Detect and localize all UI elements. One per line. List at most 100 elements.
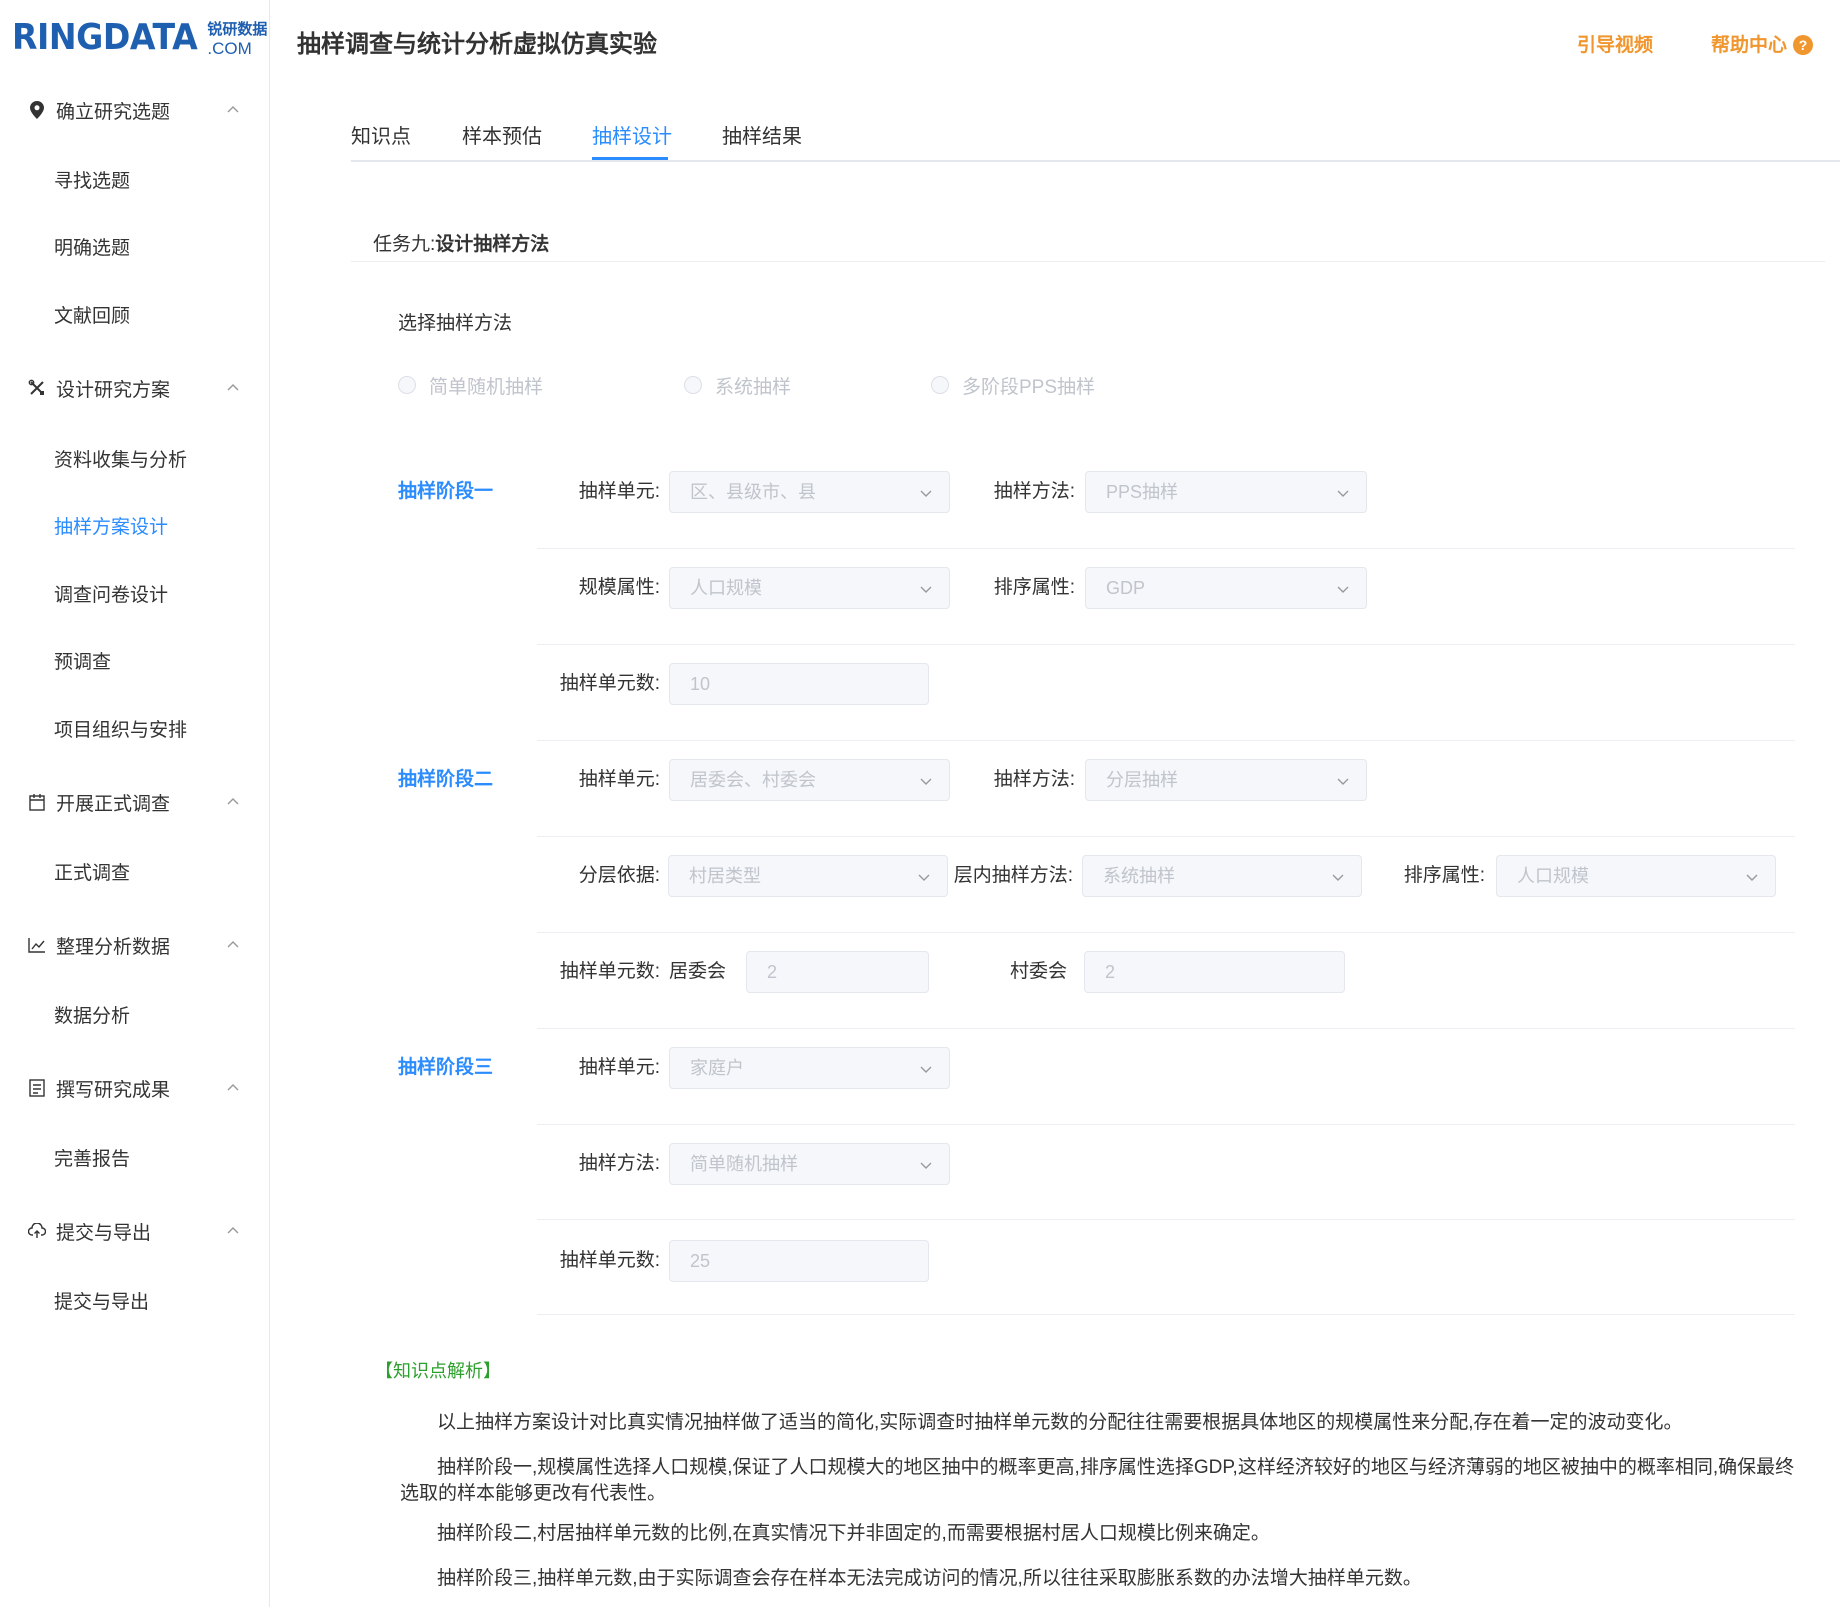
stage3-method-select[interactable]: 简单随机抽样: [669, 1143, 950, 1185]
stage1-method-label: 抽样方法:: [993, 481, 1075, 502]
divider: [537, 548, 1795, 549]
cloud-upload-icon: [28, 1222, 46, 1240]
chevron-up-icon: [227, 384, 239, 391]
stage2-label: 抽样阶段二: [398, 769, 494, 790]
sidebar-item-formal-survey[interactable]: 正式调查: [54, 859, 130, 889]
stage3-method-label: 抽样方法:: [578, 1153, 660, 1174]
chevron-down-icon: [1337, 490, 1349, 497]
sidebar-item-literature-review[interactable]: 文献回顾: [54, 302, 130, 332]
chevron-up-icon: [227, 1084, 239, 1091]
stage2-inner-method-select[interactable]: 系统抽样: [1082, 855, 1362, 897]
chevron-down-icon: [920, 1162, 932, 1169]
stage1-method-select[interactable]: PPS抽样: [1085, 471, 1367, 513]
stage1-sort-select[interactable]: GDP: [1085, 567, 1367, 609]
stage1-count-input[interactable]: 10: [669, 663, 929, 705]
sidebar-item-refine-report[interactable]: 完善报告: [54, 1145, 130, 1175]
stage2-rural-label: 村委会: [1009, 961, 1067, 982]
stage1-scale-label: 规模属性:: [578, 577, 660, 598]
stage2-strata-label: 分层依据:: [578, 865, 660, 886]
knowledge-paragraph: 抽样阶段一,规模属性选择人口规模,保证了人口规模大的地区抽中的概率更高,排序属性…: [400, 1457, 1795, 1504]
sidebar-item-data-collection[interactable]: 资料收集与分析: [54, 446, 187, 476]
sidebar-item-pilot-survey[interactable]: 预调查: [54, 648, 111, 678]
radio-circle: [398, 376, 416, 394]
question-icon: ?: [1793, 35, 1814, 55]
knowledge-paragraph: 抽样阶段二,村居抽样单元数的比例,在真实情况下并非固定的,而需要根据村居人口规模…: [437, 1523, 1270, 1544]
sidebar-item-project-organization[interactable]: 项目组织与安排: [54, 716, 187, 746]
divider: [537, 644, 1795, 645]
stage2-method-select[interactable]: 分层抽样: [1085, 759, 1367, 801]
stage1-scale-select[interactable]: 人口规模: [669, 567, 950, 609]
divider: [537, 1028, 1795, 1029]
divider: [351, 261, 1825, 262]
divider: [537, 836, 1795, 837]
nav-group-analysis[interactable]: 整理分析数据: [0, 925, 270, 965]
nav-group-survey[interactable]: 开展正式调查: [0, 782, 270, 822]
stage2-count-label: 抽样单元数:: [559, 961, 660, 982]
stage1-unit-label: 抽样单元:: [578, 481, 660, 502]
stage2-strata-select[interactable]: 村居类型: [668, 855, 948, 897]
stage1-count-label: 抽样单元数:: [559, 673, 660, 694]
stage2-rural-count-input[interactable]: 2: [1084, 951, 1345, 993]
tab-bar: 知识点 样本预估 抽样设计 抽样结果: [351, 120, 1840, 162]
sidebar-item-clarify-topic[interactable]: 明确选题: [54, 234, 130, 264]
guide-video-link[interactable]: 引导视频: [1577, 30, 1653, 57]
document-icon: [28, 1079, 46, 1097]
sidebar: RINGDATA 锐研数据 .COM 确立研究选题 寻找选题 明确选题 文献回顾…: [0, 0, 270, 1607]
help-center-label: 帮助中心: [1711, 35, 1788, 56]
sidebar-item-questionnaire-design[interactable]: 调查问卷设计: [54, 581, 168, 611]
stage2-sort-label: 排序属性:: [1403, 865, 1485, 886]
stage2-method-label: 抽样方法:: [993, 769, 1075, 790]
nav-group-submit[interactable]: 提交与导出: [0, 1211, 270, 1251]
nav-group-writing[interactable]: 撰写研究成果: [0, 1068, 270, 1108]
tab-sampling-design[interactable]: 抽样设计: [592, 120, 672, 160]
radio-circle: [684, 376, 702, 394]
stage3-count-label: 抽样单元数:: [559, 1250, 660, 1271]
radio-simple-random[interactable]: 简单随机抽样: [398, 373, 543, 398]
ringdata-logo[interactable]: RINGDATA 锐研数据 .COM: [12, 18, 267, 58]
method-section-label: 选择抽样方法: [398, 313, 513, 334]
task-name: 设计抽样方法: [435, 234, 550, 255]
chevron-down-icon: [920, 1066, 932, 1073]
location-pin-icon: [28, 101, 46, 119]
divider: [537, 1219, 1795, 1220]
chevron-up-icon: [227, 798, 239, 805]
tab-knowledge[interactable]: 知识点: [351, 120, 411, 160]
sidebar-item-find-topic[interactable]: 寻找选题: [54, 167, 130, 197]
stage1-unit-select[interactable]: 区、县级市、县: [669, 471, 950, 513]
chevron-down-icon: [1337, 778, 1349, 785]
stage3-count-input[interactable]: 25: [669, 1240, 929, 1282]
radio-multistage-pps[interactable]: 多阶段PPS抽样: [931, 373, 1095, 398]
stage1-sort-label: 排序属性:: [993, 577, 1075, 598]
tab-sample-estimate[interactable]: 样本预估: [462, 120, 542, 160]
chevron-down-icon: [918, 874, 930, 881]
chevron-up-icon: [227, 1227, 239, 1234]
sidebar-item-submit-export[interactable]: 提交与导出: [54, 1288, 149, 1318]
stage2-unit-select[interactable]: 居委会、村委会: [669, 759, 950, 801]
tools-icon: [28, 379, 46, 397]
chevron-down-icon: [920, 778, 932, 785]
stage1-label: 抽样阶段一: [398, 481, 494, 502]
divider: [537, 1124, 1795, 1125]
divider: [537, 1314, 1795, 1315]
chevron-up-icon: [227, 941, 239, 948]
radio-circle: [931, 376, 949, 394]
active-tab-indicator: [592, 157, 668, 160]
chevron-down-icon: [920, 586, 932, 593]
radio-systematic[interactable]: 系统抽样: [684, 373, 791, 398]
stage2-urban-label: 居委会: [669, 961, 727, 982]
help-center-link[interactable]: 帮助中心?: [1711, 30, 1814, 57]
stage3-unit-select[interactable]: 家庭户: [669, 1047, 950, 1089]
app-title: 抽样调查与统计分析虚拟仿真实验: [297, 31, 657, 58]
stage2-sort-select[interactable]: 人口规模: [1496, 855, 1776, 897]
sidebar-item-sampling-design[interactable]: 抽样方案设计: [54, 513, 168, 543]
chevron-down-icon: [1332, 874, 1344, 881]
divider: [537, 740, 1795, 741]
stage2-urban-count-input[interactable]: 2: [746, 951, 929, 993]
nav-group-design[interactable]: 设计研究方案: [0, 368, 270, 408]
stage3-label: 抽样阶段三: [398, 1057, 494, 1078]
sidebar-item-data-analysis[interactable]: 数据分析: [54, 1002, 130, 1032]
tab-sampling-result[interactable]: 抽样结果: [722, 120, 802, 160]
nav-group-topic[interactable]: 确立研究选题: [0, 90, 270, 130]
knowledge-title: 【知识点解析】: [375, 1361, 501, 1381]
task-title: 任务九:设计抽样方法: [373, 234, 550, 255]
